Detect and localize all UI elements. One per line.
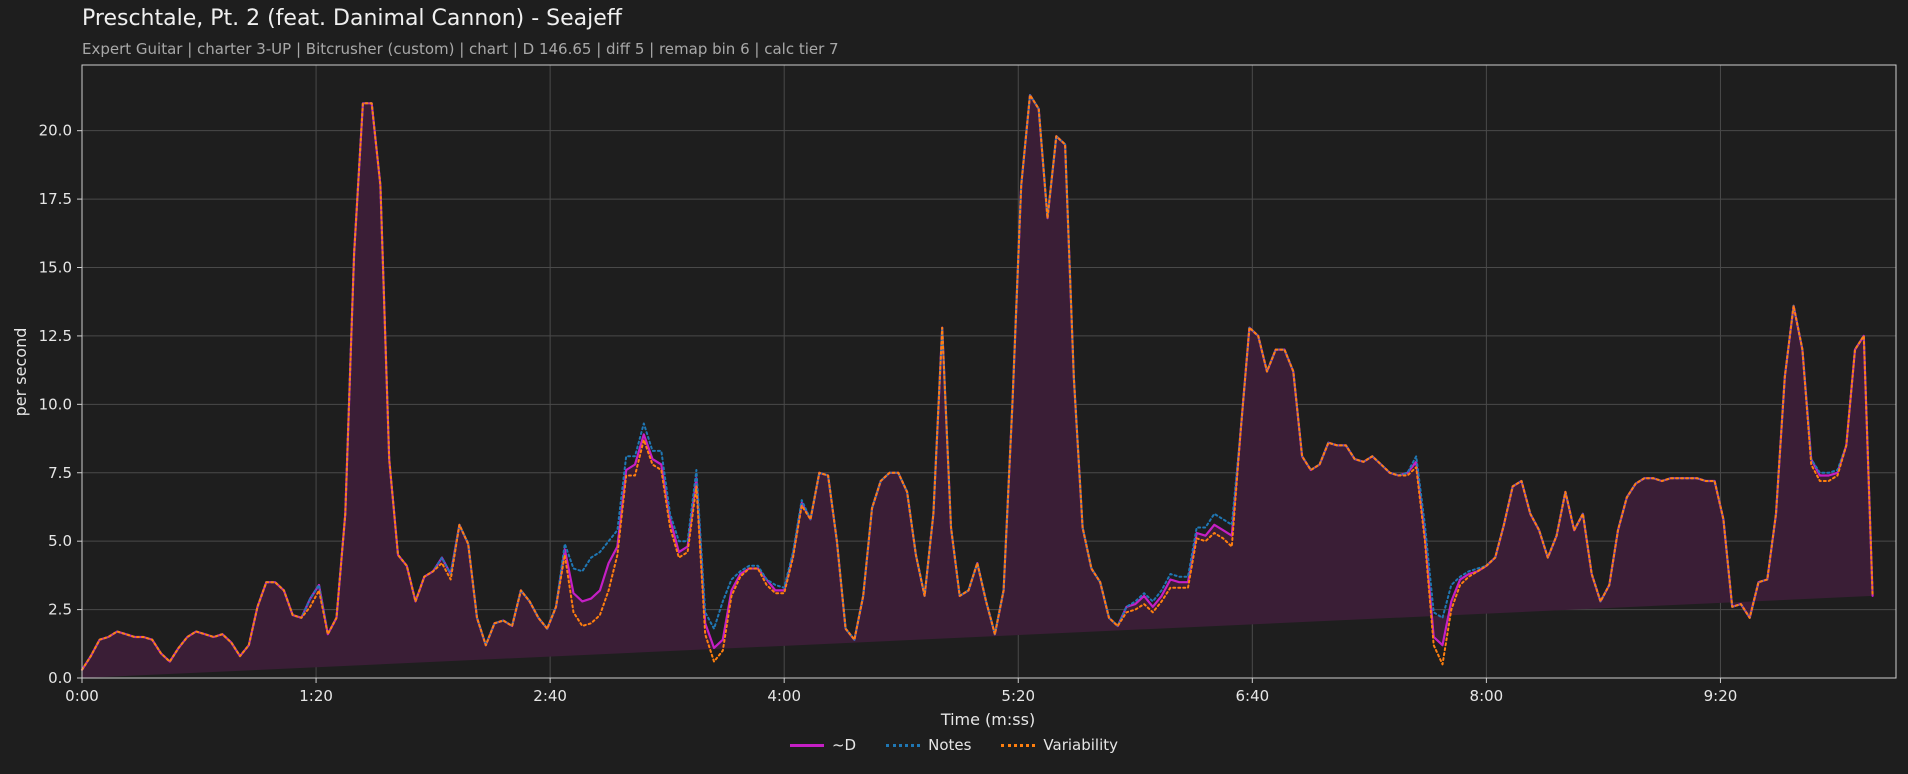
x-tick-label: 5:20	[1001, 687, 1035, 705]
x-tick-label: 6:40	[1235, 687, 1269, 705]
y-tick-label: 10.0	[39, 395, 72, 413]
line-chart: 0:00 1:20 2:40 4:00 5:20 6:40 8:00 9:20 0.0 2.5 5.…	[11, 64, 1897, 729]
y-tick-label: 15.0	[39, 259, 72, 277]
chart-legend: ~D Notes Variability	[0, 736, 1908, 754]
x-tick-label: 8:00	[1470, 687, 1504, 705]
y-tick-label: 2.5	[48, 601, 72, 619]
legend-swatch-notes	[886, 743, 921, 747]
x-tick-label: 9:20	[1704, 687, 1738, 705]
legend-swatch-variability	[1001, 743, 1036, 747]
legend-item-variability: Variability	[1001, 736, 1118, 754]
y-axis-label: per second	[11, 328, 30, 417]
legend-swatch-d	[789, 743, 824, 747]
y-tick-label: 20.0	[39, 122, 72, 140]
y-tick-label: 7.5	[48, 464, 72, 482]
y-tick-label: 5.0	[48, 532, 72, 550]
x-axis-label: Time (m:ss)	[940, 710, 1035, 729]
legend-item-d: ~D	[789, 736, 857, 754]
legend-label-variability: Variability	[1043, 736, 1119, 754]
legend-item-notes: Notes	[886, 736, 971, 754]
x-tick-label: 4:00	[767, 687, 801, 705]
legend-label-notes: Notes	[928, 736, 972, 754]
x-tick-label: 2:40	[533, 687, 567, 705]
y-tick-label: 12.5	[39, 327, 72, 345]
legend-label-d: ~D	[831, 736, 857, 754]
x-tick-label: 1:20	[299, 687, 333, 705]
y-tick-label: 0.0	[48, 669, 72, 687]
y-tick-label: 17.5	[39, 190, 72, 208]
x-tick-label: 0:00	[65, 687, 99, 705]
